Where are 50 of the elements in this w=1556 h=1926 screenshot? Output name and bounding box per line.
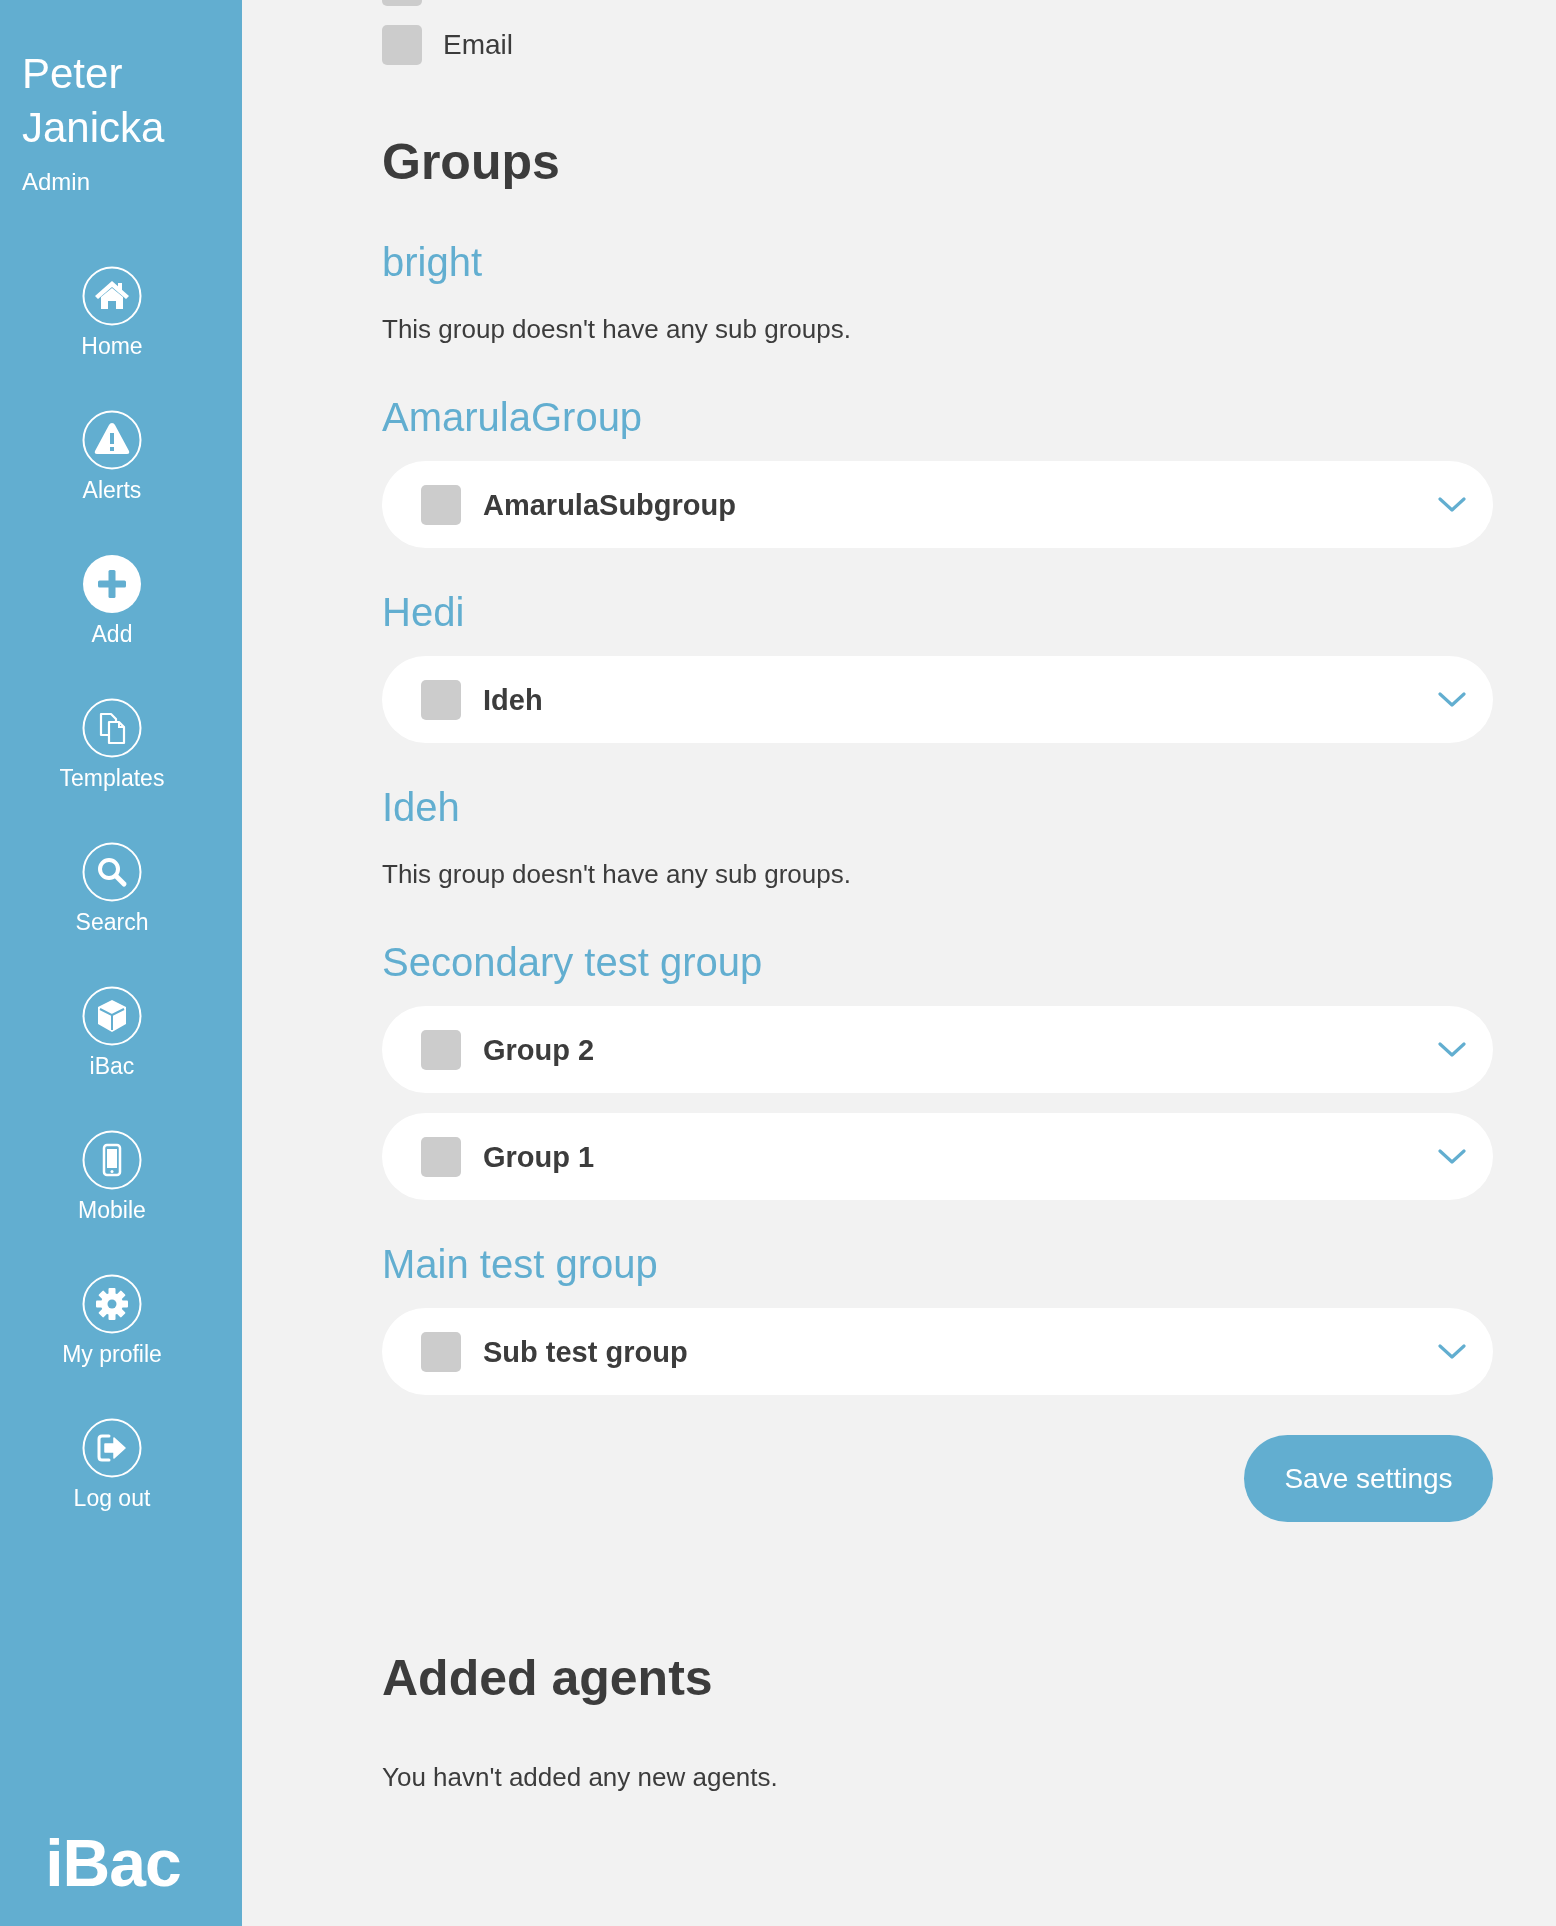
- group-title: Hedi: [382, 589, 465, 636]
- subgroup-row[interactable]: Sub test group: [382, 1308, 1493, 1395]
- subgroup-name: AmarulaSubgroup: [483, 487, 736, 523]
- subgroup-name: Group 2: [483, 1032, 595, 1068]
- gear-icon: [82, 1274, 142, 1334]
- group-title: Secondary test group: [382, 939, 763, 986]
- plus-icon: [82, 554, 142, 614]
- checkbox[interactable]: [421, 484, 461, 525]
- checkbox[interactable]: [421, 1331, 461, 1372]
- subgroup-row[interactable]: Group 2: [382, 1006, 1493, 1093]
- documents-icon: [82, 698, 142, 758]
- group-title: Ideh: [382, 784, 460, 831]
- user-name: Peter Janicka: [22, 49, 166, 153]
- save-settings-button[interactable]: Save settings: [1244, 1435, 1493, 1522]
- phone-icon: [82, 1130, 142, 1190]
- group-title: AmarulaGroup: [382, 394, 643, 441]
- checkbox[interactable]: [382, 0, 422, 6]
- cube-icon: [82, 986, 142, 1046]
- subgroup-row[interactable]: Ideh: [382, 656, 1493, 743]
- subgroup-row[interactable]: Group 1: [382, 1113, 1493, 1200]
- checkbox-label: Email: [443, 28, 513, 62]
- search-icon: [82, 842, 142, 902]
- sidebar-nav-link[interactable]: Mobile: [74, 1130, 150, 1225]
- group-title: bright: [382, 239, 483, 286]
- subgroup-row[interactable]: AmarulaSubgroup: [382, 461, 1493, 548]
- checkbox[interactable]: [421, 679, 461, 720]
- section-heading: Added agents: [382, 1649, 713, 1708]
- subgroup-name: Ideh: [483, 682, 543, 718]
- group-title: Main test group: [382, 1241, 658, 1288]
- sidebar-nav-link[interactable]: Log out: [69, 1418, 155, 1513]
- checkbox[interactable]: [421, 1136, 461, 1177]
- section-heading: Groups: [382, 133, 560, 192]
- group-description: This group doesn't have any sub groups.: [382, 858, 851, 891]
- user-role: Admin: [22, 167, 91, 197]
- sidebar-nav-link[interactable]: Templates: [55, 698, 169, 793]
- sidebar-nav-link[interactable]: My profile: [58, 1274, 166, 1369]
- warning-icon: [82, 410, 142, 470]
- sidebar-nav-link[interactable]: Home: [77, 266, 147, 361]
- empty-agents-message: You havn't added any new agents.: [382, 1761, 778, 1794]
- subgroup-name: Group 1: [483, 1139, 595, 1175]
- brand-logo: iBac: [45, 1830, 181, 1896]
- sidebar-nav-link[interactable]: Alerts: [78, 410, 146, 505]
- sidebar-nav-link[interactable]: iBac: [78, 986, 146, 1081]
- subgroup-name: Sub test group: [483, 1334, 688, 1370]
- group-description: This group doesn't have any sub groups.: [382, 313, 851, 346]
- sidebar-nav-link[interactable]: Add: [78, 554, 146, 649]
- checkbox[interactable]: [382, 25, 422, 65]
- home-icon: [82, 266, 142, 326]
- sidebar-nav-link[interactable]: Search: [71, 842, 153, 937]
- checkbox[interactable]: [421, 1029, 461, 1070]
